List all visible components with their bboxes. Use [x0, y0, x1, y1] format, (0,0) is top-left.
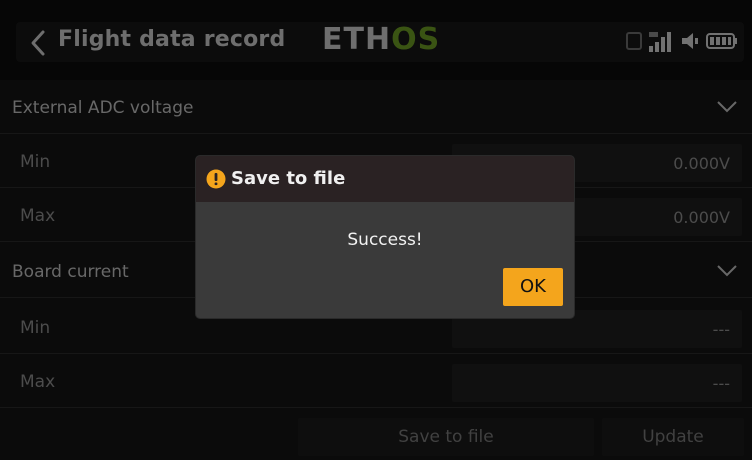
- save-dialog: Save to file Success! OK: [196, 156, 574, 318]
- warning-icon: [206, 169, 226, 189]
- dialog-message: Success!: [347, 230, 423, 250]
- dialog-title: Save to file: [231, 168, 346, 189]
- ok-button[interactable]: OK: [503, 268, 563, 306]
- dialog-header: Save to file: [196, 156, 574, 202]
